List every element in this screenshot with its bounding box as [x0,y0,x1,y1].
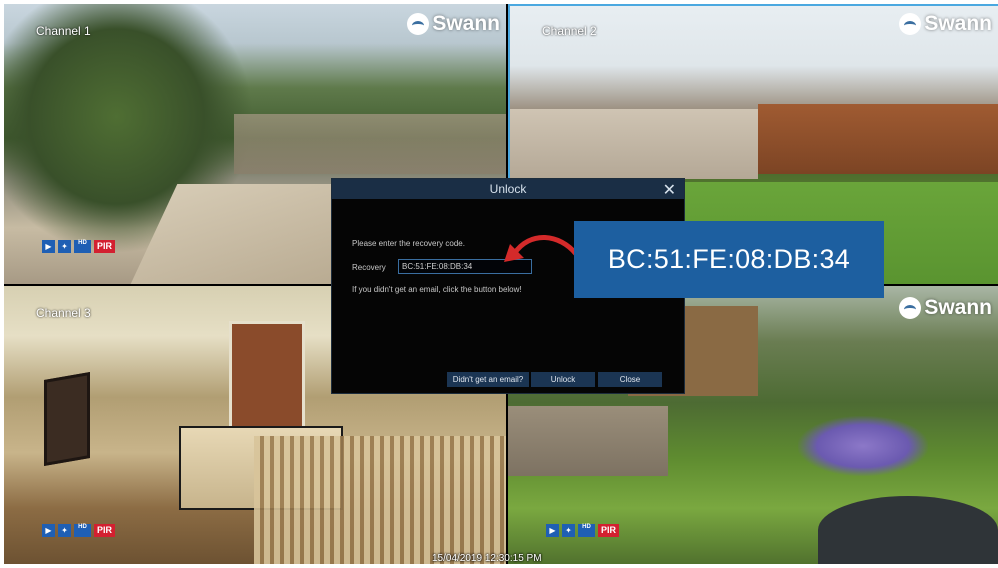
staircase-shape [254,436,506,564]
channel-label: Channel 1 [36,24,91,38]
brand-text: Swann [432,12,500,35]
swann-logo-icon [407,13,430,35]
table-shape [818,496,998,564]
camera-icon: ▶ [42,524,55,537]
pir-badge: PIR [94,524,116,537]
dialog-title: Unlock [489,182,527,196]
fence-shape [234,114,506,174]
status-icons: ▶ ✦ HD PIR [546,524,620,537]
brand-text: Swann [924,296,992,319]
no-email-button[interactable]: Didn't get an email? [447,372,529,387]
timestamp: 15/04/2019 12:30:15 PM [432,553,542,564]
camera-icon: ▶ [42,240,55,253]
front-door-shape [229,321,305,437]
close-button[interactable]: Close [598,372,662,387]
camera-icon: ▶ [546,524,559,537]
status-icons: ▶ ✦ HD PIR [42,240,116,253]
swann-logo-icon [899,297,922,319]
recovery-label: Recovery [352,263,386,272]
wall-shape [508,109,758,179]
hd-1080p-badge: HD [74,240,91,253]
motion-icon: ✦ [58,240,71,253]
hd-1080p-badge: HD [74,524,91,537]
stone-wall-shape [508,406,668,476]
dialog-header: Unlock ✕ [332,179,684,199]
motion-icon: ✦ [58,524,71,537]
recovery-prompt: Please enter the recovery code. [352,239,465,248]
status-icons: ▶ ✦ HD PIR [42,524,116,537]
channel-label: Channel 2 [542,24,597,38]
lavender-shape [798,416,928,476]
arrow-icon [504,235,579,262]
swann-logo: Swann [407,12,500,36]
swann-logo-icon [899,13,922,35]
hd-1080p-badge: HD [578,524,595,537]
pir-badge: PIR [94,240,116,253]
brand-text: Swann [924,12,992,35]
unlock-button[interactable]: Unlock [531,372,595,387]
wooden-fence-shape [758,104,998,174]
motion-icon: ✦ [562,524,575,537]
email-hint: If you didn't get an email, click the bu… [352,285,522,294]
swann-logo: Swann [899,296,992,320]
picture-frame-shape [44,371,90,467]
pir-badge: PIR [598,524,620,537]
swann-logo: Swann [899,12,992,36]
channel-label: Channel 3 [36,306,91,320]
close-icon[interactable]: ✕ [663,180,676,200]
recovery-code-callout: BC:51:FE:08:DB:34 [574,221,884,298]
